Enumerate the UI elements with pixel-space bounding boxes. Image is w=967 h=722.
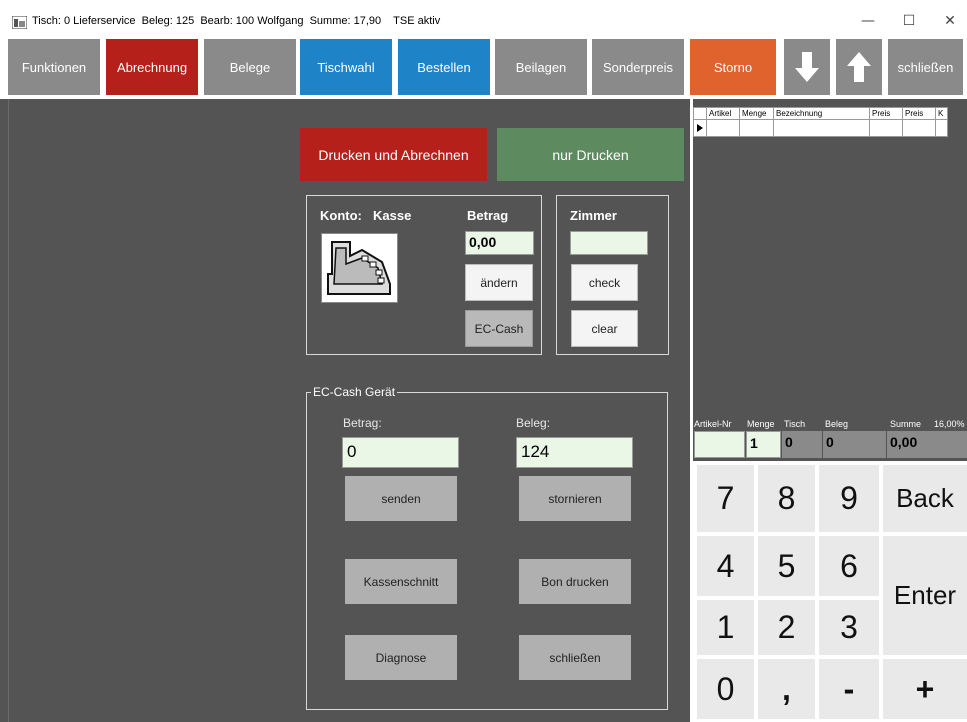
mwst-label: 16,00%: [934, 419, 965, 429]
column-bezeichnung[interactable]: Bezeichnung: [774, 108, 870, 120]
storno-button[interactable]: Storno: [690, 39, 776, 95]
diagnose-button[interactable]: Diagnose: [345, 635, 457, 680]
betrag-label: Betrag: [467, 208, 509, 223]
ec-cash-group-label: EC-Cash Gerät: [311, 385, 398, 399]
back-key[interactable]: Back: [883, 465, 967, 532]
column-preis[interactable]: Preis: [870, 108, 903, 120]
key-5[interactable]: 5: [758, 536, 815, 596]
comma-key[interactable]: ,: [758, 659, 815, 719]
close-window-button[interactable]: ✕: [935, 10, 965, 32]
order-grid-header: Artikel Menge Bezeichnung Preis Preis K: [693, 107, 948, 120]
stornieren-button[interactable]: stornieren: [519, 476, 631, 521]
senden-button[interactable]: senden: [345, 476, 457, 521]
app-icon: [12, 16, 27, 29]
enter-key[interactable]: Enter: [883, 536, 967, 655]
artikel-nr-label: Artikel-Nr: [694, 419, 732, 429]
beleg-value: 0: [823, 431, 886, 458]
aendern-button[interactable]: ändern: [465, 264, 533, 301]
key-6[interactable]: 6: [819, 536, 879, 596]
arrow-down-button[interactable]: [784, 39, 830, 95]
bestellen-button[interactable]: Bestellen: [398, 39, 490, 95]
row-selector-icon: [694, 120, 707, 136]
column-k[interactable]: K: [936, 108, 947, 120]
check-button[interactable]: check: [571, 264, 638, 301]
column-menge[interactable]: Menge: [740, 108, 774, 120]
table-row[interactable]: [693, 120, 948, 137]
key-3[interactable]: 3: [819, 600, 879, 655]
belege-button[interactable]: Belege: [204, 39, 296, 95]
arrow-up-icon: [847, 52, 871, 82]
divider: [8, 99, 9, 722]
tisch-value: 0: [782, 431, 822, 458]
menge-field[interactable]: 1: [746, 431, 781, 458]
ec-beleg-label: Beleg:: [516, 416, 551, 430]
key-7[interactable]: 7: [697, 465, 754, 532]
ec-beleg-field[interactable]: 124: [516, 437, 633, 468]
artikel-nr-field[interactable]: [694, 431, 745, 458]
funktionen-button[interactable]: Funktionen: [8, 39, 100, 95]
key-0[interactable]: 0: [697, 659, 754, 719]
schliessen-toolbar-button[interactable]: schließen: [888, 39, 963, 95]
key-8[interactable]: 8: [758, 465, 815, 532]
arrow-up-button[interactable]: [836, 39, 882, 95]
toolbar: Funktionen Abrechnung Belege Tischwahl B…: [0, 36, 967, 99]
summe-label: Summe: [890, 419, 922, 429]
ec-betrag-field[interactable]: 0: [342, 437, 459, 468]
numeric-keypad: 7 8 9 Back 4 5 6 Enter 1 2 3 0 , - +: [693, 461, 967, 722]
beilagen-button[interactable]: Beilagen: [495, 39, 587, 95]
key-9[interactable]: 9: [819, 465, 879, 532]
sonderpreis-button[interactable]: Sonderpreis: [592, 39, 684, 95]
key-4[interactable]: 4: [697, 536, 754, 596]
kassenschnitt-button[interactable]: Kassenschnitt: [345, 559, 457, 604]
key-1[interactable]: 1: [697, 600, 754, 655]
cash-register-icon: [321, 233, 398, 303]
tischwahl-button[interactable]: Tischwahl: [300, 39, 392, 95]
ec-cash-button[interactable]: EC-Cash: [465, 310, 533, 347]
key-2[interactable]: 2: [758, 600, 815, 655]
zimmer-field[interactable]: [570, 231, 648, 255]
konto-label: Konto:: [320, 208, 362, 223]
konto-value: Kasse: [373, 208, 412, 223]
column-artikel[interactable]: Artikel: [707, 108, 740, 120]
summe-value: 0,00: [887, 431, 967, 458]
bon-drucken-button[interactable]: Bon drucken: [519, 559, 631, 604]
drucken-und-abrechnen-button[interactable]: Drucken und Abrechnen: [300, 128, 487, 181]
window-title: Tisch: 0 Lieferservice Beleg: 125 Bearb:…: [32, 15, 441, 27]
title-bar: Tisch: 0 Lieferservice Beleg: 125 Bearb:…: [0, 0, 967, 36]
column-preis-2[interactable]: Preis: [903, 108, 936, 120]
minimize-button[interactable]: —: [853, 10, 883, 32]
grid-corner: [694, 108, 707, 120]
schliessen-ec-button[interactable]: schließen: [519, 635, 631, 680]
clear-button[interactable]: clear: [571, 310, 638, 347]
maximize-button[interactable]: ☐: [894, 10, 924, 32]
abrechnung-button[interactable]: Abrechnung: [106, 39, 198, 95]
menge-label: Menge: [747, 419, 775, 429]
nur-drucken-button[interactable]: nur Drucken: [497, 128, 684, 181]
tisch-label: Tisch: [784, 419, 806, 429]
plus-key[interactable]: +: [883, 659, 967, 719]
betrag-field[interactable]: 0,00: [465, 231, 534, 255]
ec-betrag-label: Betrag:: [343, 416, 382, 430]
beleg-label: Beleg: [825, 419, 849, 429]
minus-key[interactable]: -: [819, 659, 879, 719]
arrow-down-icon: [795, 52, 819, 82]
zimmer-label: Zimmer: [570, 208, 617, 223]
